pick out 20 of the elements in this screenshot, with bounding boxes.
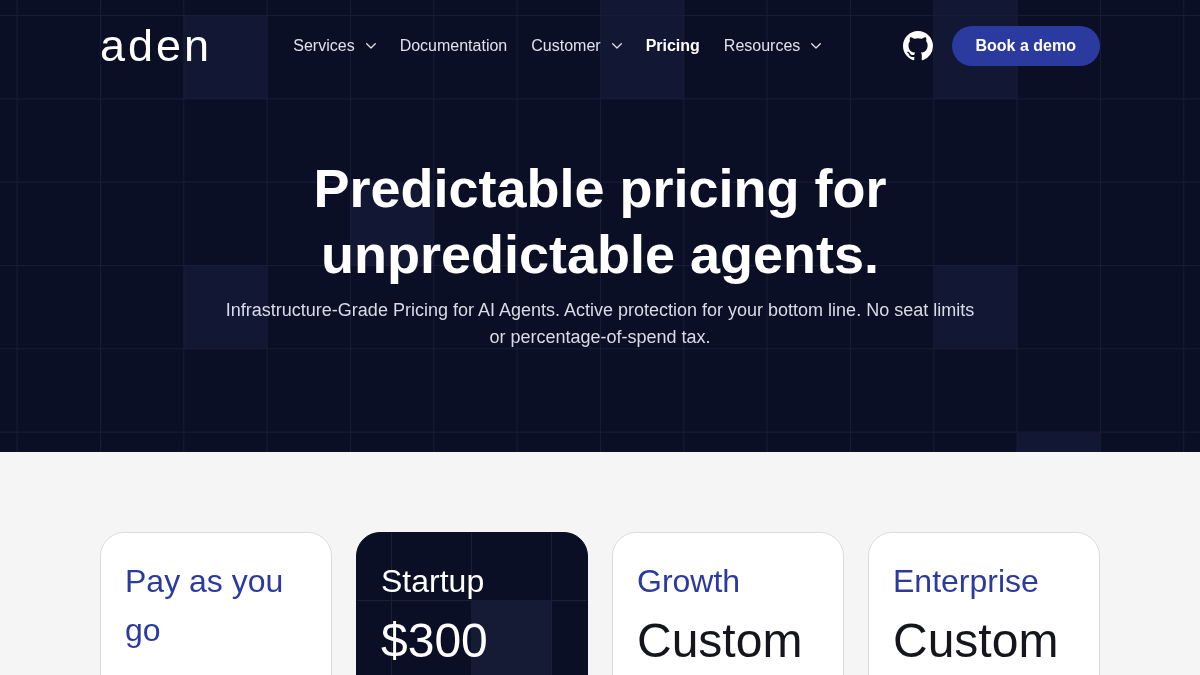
hero-heading: Predictable pricing for unpredictable agents. bbox=[312, 157, 888, 286]
nav-link[interactable]: Customer bbox=[531, 36, 622, 56]
logo[interactable]: aden bbox=[100, 26, 213, 66]
nav-link[interactable]: Services bbox=[293, 36, 376, 56]
chevron-down-icon bbox=[811, 43, 822, 49]
plan-name: Enterprise bbox=[893, 562, 1040, 601]
plan-price: Custom bbox=[893, 616, 1060, 666]
nav-link[interactable]: Documentation bbox=[399, 36, 508, 56]
plan-name: Growth bbox=[637, 562, 742, 601]
chevron-down-icon bbox=[365, 43, 376, 49]
hero-subtitle: Infrastructure-Grade Pricing for AI Agents. Active protection for your bottom line. No seat limits or percentage-of-spend tax. bbox=[224, 299, 976, 349]
nav-link[interactable]: Resources bbox=[723, 36, 822, 56]
plan-name: Pay as you go bbox=[125, 562, 285, 650]
book-demo-button[interactable]: Book a demo bbox=[951, 26, 1100, 66]
plan-price: $300 bbox=[381, 616, 489, 666]
plan-name: Startup bbox=[381, 562, 486, 601]
chevron-down-icon bbox=[611, 43, 622, 49]
nav-link[interactable]: Pricing bbox=[645, 36, 700, 56]
plan-price: Custom bbox=[637, 616, 804, 666]
github-icon[interactable] bbox=[902, 31, 933, 61]
